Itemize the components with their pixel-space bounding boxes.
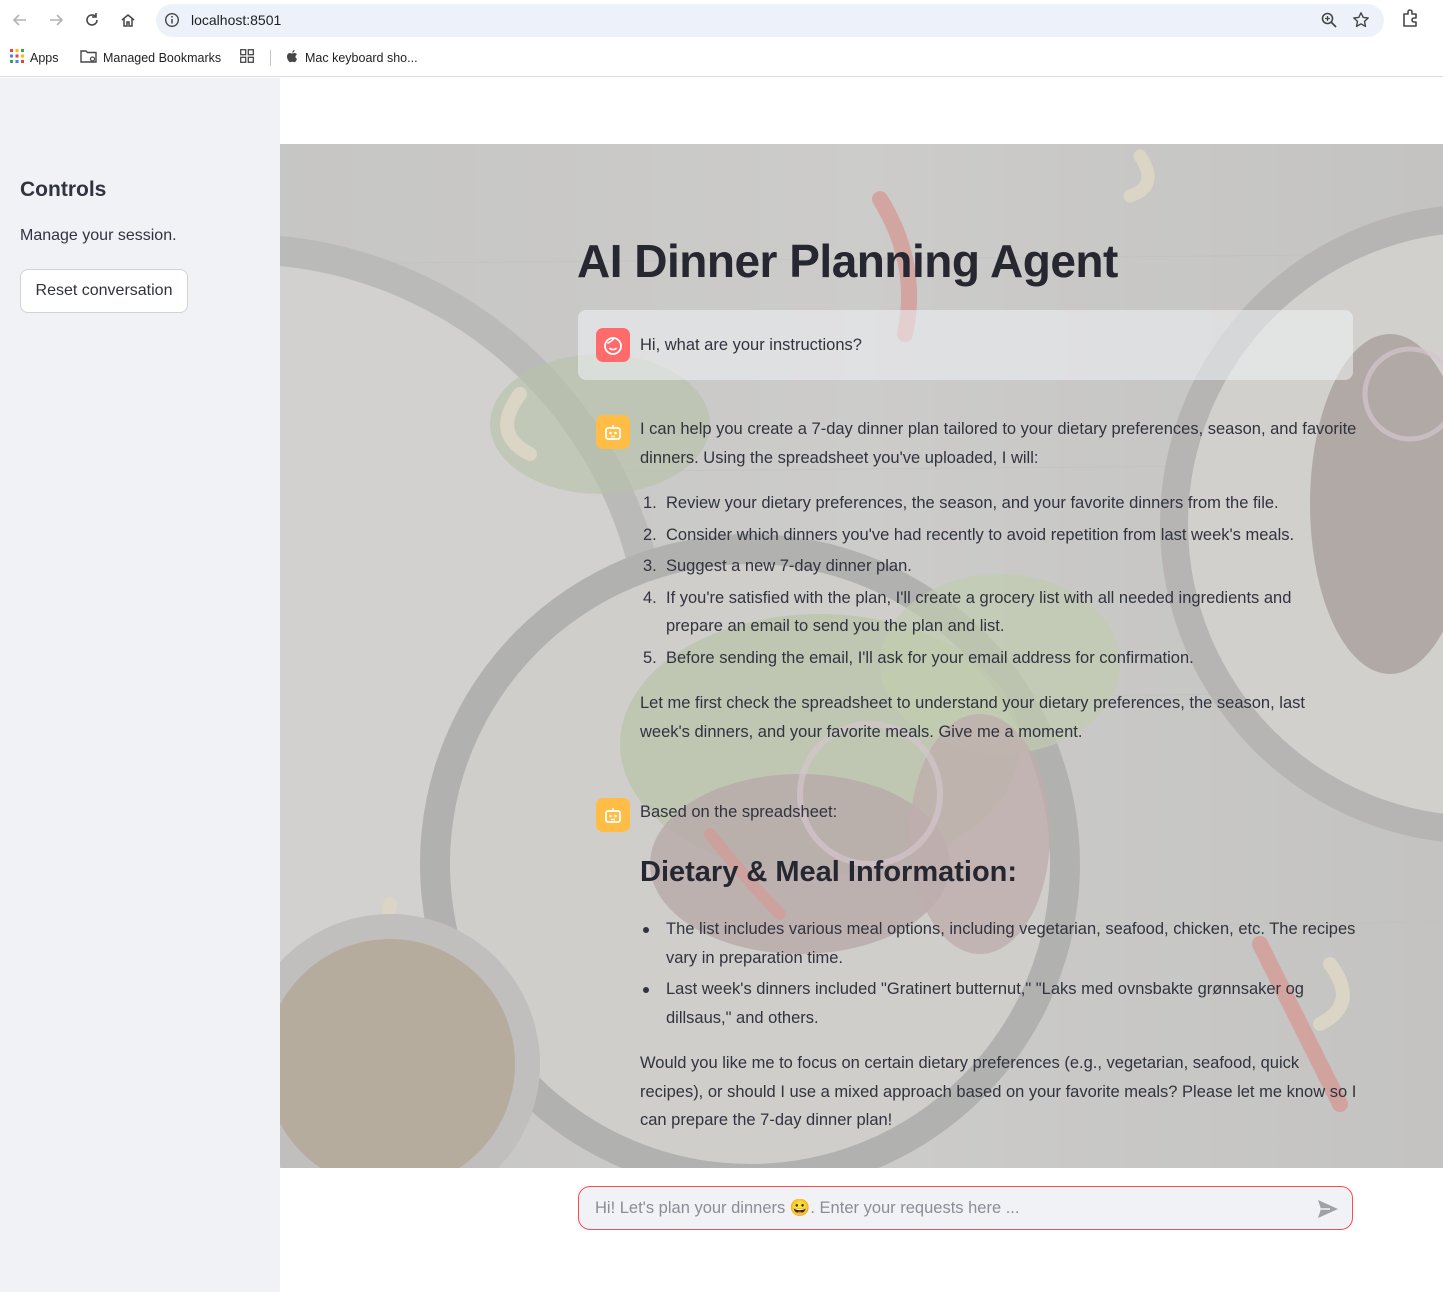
back-arrow-icon[interactable] <box>8 8 32 32</box>
bookmark-label: Apps <box>30 50 59 65</box>
text-line: Let me first check the spreadsheet to un… <box>640 694 1305 712</box>
folder-icon <box>80 49 97 66</box>
step-number: 2. <box>643 525 657 544</box>
bookmark-apps[interactable]: Apps <box>10 49 59 66</box>
bullet-text: dillsaus," and others. <box>666 1008 819 1027</box>
bot-message-2-question: Would you like me to focus on certain di… <box>640 1049 1380 1135</box>
text-line: week's dinners, and your favorite meals.… <box>640 722 1083 741</box>
step-text: Consider which dinners you've had recent… <box>666 525 1295 544</box>
chat-input-box <box>578 1186 1353 1230</box>
chat-input[interactable] <box>595 1197 1295 1219</box>
bookmark-mac-keyboard[interactable]: Mac keyboard sho... <box>286 49 418 67</box>
step-number: 4. <box>643 588 657 607</box>
robot-icon <box>596 798 630 832</box>
bullet-text: Last week's dinners included "Gratinert … <box>666 980 1304 998</box>
list-item: Last week's dinners included "Gratinert … <box>640 975 1380 1032</box>
bookmark-label: Managed Bookmarks <box>103 50 222 65</box>
step-number: 5. <box>643 648 657 667</box>
bookmark-star-icon[interactable] <box>1352 11 1370 34</box>
dietary-heading: Dietary & Meal Information: <box>640 856 1018 888</box>
bot-message-1-intro: I can help you create a 7-day dinner pla… <box>640 415 1380 472</box>
send-icon[interactable] <box>1316 1197 1340 1221</box>
text-line: Would you like me to focus on certain di… <box>640 1054 1300 1072</box>
list-item: 1. Review your dietary preferences, the s… <box>640 489 1380 518</box>
text-line: recipes), or should I use a mixed approa… <box>640 1082 1357 1101</box>
list-item: 3. Suggest a new 7-day dinner plan. <box>640 552 1380 581</box>
main-area: AI Dinner Planning Agent Hi, what are yo… <box>280 78 1443 1292</box>
page-title: AI Dinner Planning Agent <box>577 235 1118 287</box>
step-number: 3. <box>643 557 657 575</box>
address-bar[interactable]: localhost:8501 <box>156 4 1384 37</box>
text-line: I can help you create a 7-day dinner pla… <box>640 420 1357 438</box>
step-text: Before sending the email, I'll ask for y… <box>666 648 1194 667</box>
bullet-text: vary in preparation time. <box>666 948 843 967</box>
bot-message-1-outro: Let me first check the spreadsheet to un… <box>640 689 1380 746</box>
list-item: The list includes various meal options, … <box>640 915 1380 972</box>
step-text: If you're satisfied with the plan, I'll … <box>666 588 1292 607</box>
zoom-icon[interactable] <box>1320 11 1338 34</box>
list-item: 2. Consider which dinners you've had rece… <box>640 521 1380 550</box>
bullet-text: The list includes various meal options, … <box>666 920 1356 938</box>
user-face-icon <box>596 328 630 362</box>
forward-arrow-icon[interactable] <box>44 8 68 32</box>
instruction-steps-list: 1. Review your dietary preferences, the s… <box>640 489 1380 672</box>
apps-grid-icon <box>10 49 24 66</box>
list-item: 4. If you're satisfied with the plan, I'l… <box>640 584 1380 641</box>
bullet-dot <box>643 927 649 933</box>
user-message-text: Hi, what are your instructions? <box>640 336 862 354</box>
step-number: 1. <box>643 494 657 512</box>
bookmark-managed[interactable]: Managed Bookmarks <box>80 49 221 66</box>
reload-icon[interactable] <box>80 8 104 32</box>
bot-message-2-intro: Based on the spreadsheet: <box>640 803 838 821</box>
user-message: Hi, what are your instructions? <box>578 310 1353 380</box>
list-item: 5. Before sending the email, I'll ask for… <box>640 644 1380 673</box>
tab-groups-icon[interactable] <box>240 49 254 63</box>
step-text: Suggest a new 7-day dinner plan. <box>666 557 912 575</box>
extensions-icon[interactable] <box>1400 8 1420 33</box>
step-text: prepare an email to send you the plan an… <box>666 617 1005 635</box>
apple-icon <box>286 49 299 67</box>
text-line: dinners. Using the spreadsheet you've up… <box>640 448 1039 467</box>
bookmark-label: Mac keyboard sho... <box>305 51 418 65</box>
site-info-icon[interactable] <box>164 12 180 33</box>
text-line: can prepare the 7-day dinner plan! <box>640 1111 893 1129</box>
bookmark-separator <box>270 50 271 66</box>
bookmarks-bar: Apps Managed Bookmarks Mac keyboard sho.… <box>0 40 1443 77</box>
reset-conversation-button[interactable]: Reset conversation <box>20 269 188 313</box>
sidebar: Controls Manage your session. Reset conv… <box>0 78 280 1292</box>
sidebar-title: Controls <box>20 178 107 201</box>
robot-icon <box>596 415 630 449</box>
sidebar-subtitle: Manage your session. <box>20 227 177 244</box>
url-text: localhost:8501 <box>191 12 282 28</box>
meal-info-list: The list includes various meal options, … <box>640 915 1380 1032</box>
step-text: Review your dietary preferences, the sea… <box>666 494 1279 512</box>
bullet-dot <box>643 987 649 993</box>
home-icon[interactable] <box>116 8 140 32</box>
browser-toolbar: localhost:8501 <box>0 0 1443 40</box>
